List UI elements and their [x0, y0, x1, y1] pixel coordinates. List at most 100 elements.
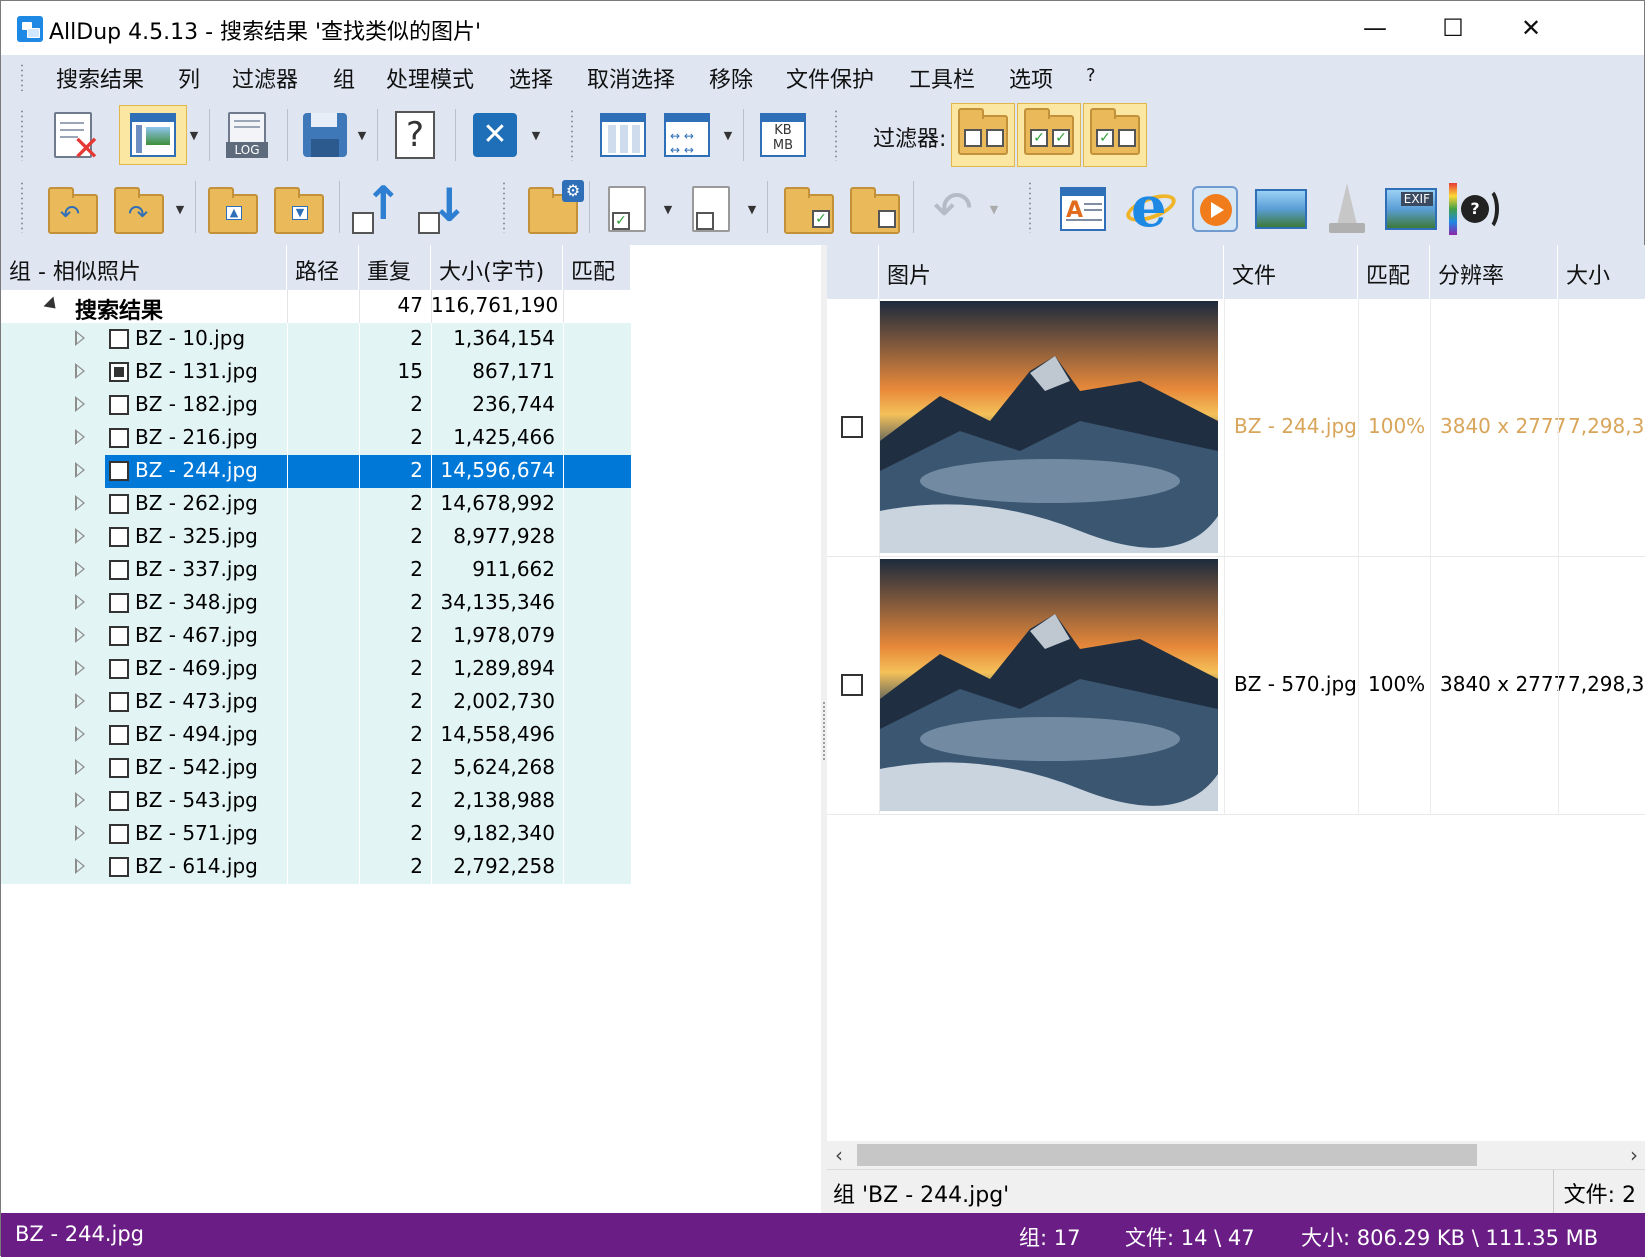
view-mode-button[interactable] — [119, 105, 187, 165]
row-checkbox[interactable] — [109, 593, 129, 613]
expand-icon[interactable] — [75, 759, 85, 775]
help-button[interactable]: ? — [385, 105, 445, 165]
scroll-thumb[interactable] — [857, 1144, 1477, 1166]
tree-row[interactable]: BZ - 244.jpg 2 14,596,674 — [1, 455, 631, 488]
row-checkbox[interactable] — [109, 461, 129, 481]
expand-icon[interactable] — [75, 495, 85, 511]
header-size[interactable]: 大小 — [1558, 245, 1645, 299]
menu-deselect[interactable]: 取消选择 — [587, 62, 675, 94]
header-duplicates[interactable]: 重复 — [359, 245, 431, 290]
splitter-grip[interactable] — [822, 701, 826, 761]
expand-icon[interactable] — [75, 594, 85, 610]
tree-row[interactable]: BZ - 182.jpg 2 236,744 — [1, 389, 631, 422]
open-browser-button[interactable]: e — [1121, 177, 1181, 239]
menu-file-protection[interactable]: 文件保护 — [786, 62, 874, 94]
expand-icon[interactable] — [75, 330, 85, 346]
header-group[interactable]: 组 - 相似照片 — [1, 245, 287, 290]
menu-columns[interactable]: 列 — [178, 62, 200, 94]
row-checkbox[interactable] — [109, 824, 129, 844]
header-path[interactable]: 路径 — [287, 245, 359, 290]
filter-checked-button[interactable]: ✓ ✓ — [1017, 103, 1081, 167]
folder-check-button[interactable]: ✓ — [779, 179, 839, 239]
filter-partial-button[interactable]: ✓ — [1083, 103, 1147, 167]
tree-row[interactable]: BZ - 216.jpg 2 1,425,466 — [1, 422, 631, 455]
expand-icon[interactable] — [75, 858, 85, 874]
move-down-button[interactable]: ↓ — [413, 179, 473, 239]
save-button[interactable] — [295, 105, 355, 165]
delete-dropdown-icon[interactable]: ▼ — [529, 105, 543, 165]
select-unchecked-button[interactable] — [681, 179, 741, 239]
toolbar-grip[interactable] — [501, 181, 507, 233]
menu-options[interactable]: 选项 — [1009, 62, 1053, 94]
row-checkbox[interactable] — [109, 560, 129, 580]
size-unit-button[interactable]: KB MB — [753, 105, 813, 165]
image-thumbnail[interactable] — [880, 559, 1218, 811]
folder-up-button[interactable]: ▲ — [203, 179, 263, 239]
row-checkbox[interactable] — [109, 725, 129, 745]
collapse-icon[interactable] — [43, 296, 61, 314]
expand-icon[interactable] — [75, 792, 85, 808]
delete-button[interactable]: ✕ — [465, 105, 525, 165]
tree-row[interactable]: BZ - 469.jpg 2 1,289,894 — [1, 653, 631, 686]
toolbar-grip[interactable] — [1027, 181, 1033, 233]
view-mode-dropdown-icon[interactable]: ▼ — [187, 105, 201, 165]
open-vlc-button[interactable] — [1317, 179, 1377, 239]
maximize-button[interactable]: ☐ — [1413, 1, 1493, 55]
menu-toolbar[interactable]: 工具栏 — [909, 62, 975, 94]
menu-select[interactable]: 选择 — [509, 62, 553, 94]
tree-row[interactable]: BZ - 543.jpg 2 2,138,988 — [1, 785, 631, 818]
file-checkbox[interactable] — [841, 674, 863, 696]
column-width-button[interactable]: ↔ ↔ ↔ ↔ — [657, 105, 717, 165]
move-up-button[interactable]: ↑ — [347, 178, 407, 239]
header-checkbox[interactable] — [827, 245, 879, 299]
expand-icon[interactable] — [75, 561, 85, 577]
save-dropdown-icon[interactable]: ▼ — [355, 105, 369, 165]
tree-row[interactable]: BZ - 262.jpg 2 14,678,992 — [1, 488, 631, 521]
open-media-button[interactable] — [1185, 179, 1245, 239]
file-row[interactable]: BZ - 244.jpg 100% 3840 x 2777 7,298,33 — [827, 299, 1645, 557]
row-checkbox[interactable] — [109, 626, 129, 646]
deselect-dropdown-icon[interactable]: ▼ — [745, 179, 759, 239]
row-checkbox[interactable] — [109, 494, 129, 514]
toolbar-grip[interactable] — [19, 109, 25, 161]
expand-icon[interactable] — [75, 396, 85, 412]
expand-icon[interactable] — [75, 726, 85, 742]
expand-icon[interactable] — [75, 462, 85, 478]
toolbar-grip[interactable] — [19, 181, 25, 233]
row-checkbox[interactable] — [109, 857, 129, 877]
log-button[interactable]: LOG — [217, 105, 277, 165]
minimize-button[interactable]: — — [1335, 1, 1415, 55]
move-dropdown-icon[interactable]: ▼ — [173, 179, 187, 239]
folder-settings-button[interactable]: ⚙ — [523, 179, 584, 239]
row-checkbox[interactable] — [109, 791, 129, 811]
tree-row[interactable]: BZ - 131.jpg 15 867,171 — [1, 356, 631, 389]
row-checkbox[interactable] — [109, 758, 129, 778]
scroll-right-icon[interactable]: › — [1630, 1143, 1638, 1167]
row-checkbox[interactable] — [109, 428, 129, 448]
header-picture[interactable]: 图片 — [879, 245, 1224, 299]
menu-filter[interactable]: 过滤器 — [232, 62, 298, 94]
columns-button[interactable] — [593, 105, 653, 165]
row-checkbox[interactable] — [109, 659, 129, 679]
expand-icon[interactable] — [75, 363, 85, 379]
tree-row[interactable]: BZ - 337.jpg 2 911,662 — [1, 554, 631, 587]
header-file[interactable]: 文件 — [1224, 245, 1358, 299]
close-results-button[interactable]: ✕ — [43, 105, 103, 166]
exif-button[interactable]: EXIF — [1381, 179, 1441, 239]
header-resolution[interactable]: 分辨率 — [1430, 245, 1558, 299]
move-back-button[interactable]: ↶ — [43, 179, 103, 239]
expand-icon[interactable] — [75, 693, 85, 709]
open-image-viewer-button[interactable] — [1251, 179, 1311, 239]
expand-icon[interactable] — [75, 825, 85, 841]
header-size-bytes[interactable]: 大小(字节) — [431, 245, 563, 290]
tree-row[interactable]: BZ - 348.jpg 2 34,135,346 — [1, 587, 631, 620]
tree-row[interactable]: BZ - 571.jpg 2 9,182,340 — [1, 818, 631, 851]
open-text-button[interactable]: A — [1053, 179, 1113, 239]
file-checkbox[interactable] — [841, 416, 863, 438]
scroll-left-icon[interactable]: ‹ — [835, 1143, 843, 1167]
header-match[interactable]: 匹配 — [563, 245, 631, 290]
tree-row[interactable]: BZ - 325.jpg 2 8,977,928 — [1, 521, 631, 554]
row-checkbox[interactable] — [109, 362, 129, 382]
select-checked-button[interactable]: ✓ — [597, 179, 657, 239]
folder-uncheck-button[interactable] — [845, 179, 905, 239]
